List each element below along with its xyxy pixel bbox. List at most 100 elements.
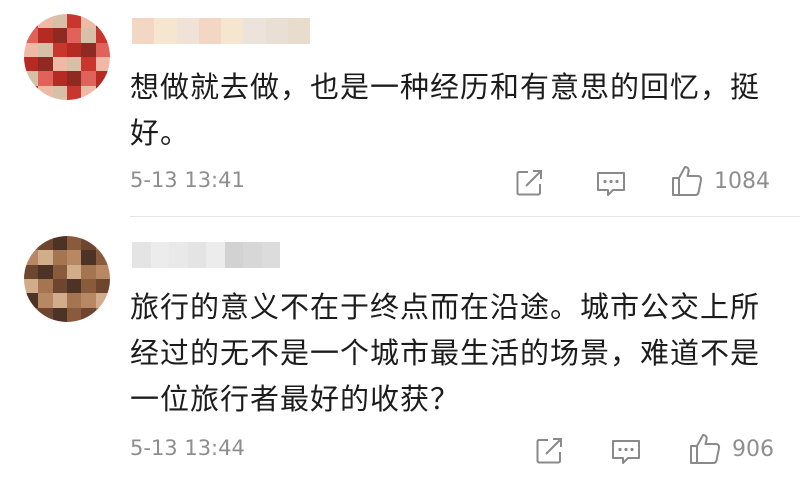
mosaic-cell bbox=[81, 264, 96, 279]
mosaic-cell bbox=[66, 42, 82, 57]
mosaic-cell bbox=[66, 307, 82, 322]
mosaic-cell bbox=[38, 250, 53, 265]
share-icon bbox=[536, 438, 562, 464]
mosaic-cell bbox=[81, 71, 96, 86]
mosaic-cell bbox=[66, 293, 82, 308]
username-blurred[interactable] bbox=[132, 242, 280, 268]
mosaic-cell bbox=[38, 14, 53, 29]
mosaic-cell bbox=[66, 278, 82, 294]
mosaic-cell bbox=[52, 14, 67, 29]
like-button[interactable]: 906 bbox=[688, 432, 774, 466]
mosaic-cell bbox=[24, 307, 39, 322]
mosaic-cell bbox=[38, 28, 53, 43]
mosaic-cell bbox=[38, 71, 53, 86]
mosaic-cell bbox=[66, 56, 82, 72]
mosaic-cell bbox=[81, 278, 96, 294]
mosaic-cell bbox=[52, 250, 67, 265]
mosaic-cell bbox=[132, 18, 155, 44]
mosaic-cell bbox=[81, 14, 96, 29]
mosaic-cell bbox=[24, 236, 39, 251]
mosaic-cell bbox=[38, 56, 53, 72]
mosaic-cell bbox=[150, 242, 169, 268]
mosaic-cell bbox=[95, 236, 110, 251]
mosaic-cell bbox=[24, 293, 39, 308]
mosaic-cell bbox=[66, 250, 82, 265]
mosaic-cell bbox=[38, 264, 53, 279]
mosaic-cell bbox=[24, 42, 39, 57]
mosaic-cell bbox=[38, 85, 53, 100]
mosaic-cell bbox=[24, 14, 39, 29]
comment-item: 想做就去做，也是一种经历和有意思的回忆，挺好。 5-13 13:41 1084 bbox=[0, 0, 800, 218]
comment-icon bbox=[597, 172, 625, 196]
mosaic-cell bbox=[154, 18, 177, 44]
mosaic-cell bbox=[38, 236, 53, 251]
mosaic-cell bbox=[81, 250, 96, 265]
mosaic-cell bbox=[95, 14, 110, 29]
mosaic-cell bbox=[38, 293, 53, 308]
mosaic-cell bbox=[95, 250, 110, 265]
reply-button[interactable] bbox=[610, 438, 642, 466]
mosaic-cell bbox=[176, 18, 199, 44]
mosaic-cell bbox=[95, 56, 110, 72]
share-button[interactable] bbox=[534, 436, 564, 466]
comment-text: 想做就去做，也是一种经历和有意思的回忆，挺好。 bbox=[130, 70, 761, 150]
mosaic-cell bbox=[66, 71, 82, 86]
comment-divider bbox=[130, 216, 800, 217]
reply-button[interactable] bbox=[595, 170, 627, 198]
mosaic-cell bbox=[52, 278, 67, 294]
mosaic-cell bbox=[224, 242, 243, 268]
mosaic-cell bbox=[169, 242, 188, 268]
share-button[interactable] bbox=[514, 168, 544, 198]
comment-actions: 906 bbox=[0, 432, 800, 468]
mosaic-cell bbox=[24, 28, 39, 43]
mosaic-cell bbox=[95, 71, 110, 86]
mosaic-cell bbox=[52, 264, 67, 279]
mosaic-cell bbox=[95, 28, 110, 43]
mosaic-cell bbox=[81, 236, 96, 251]
share-icon bbox=[516, 170, 542, 196]
mosaic-cell bbox=[95, 293, 110, 308]
mosaic-cell bbox=[24, 250, 39, 265]
mosaic-cell bbox=[24, 71, 39, 86]
avatar-pixelated bbox=[24, 14, 110, 100]
mosaic-cell bbox=[265, 18, 288, 44]
mosaic-cell bbox=[198, 18, 221, 44]
thumbs-up-icon bbox=[690, 434, 721, 464]
mosaic-cell bbox=[52, 85, 67, 100]
like-button[interactable]: 1084 bbox=[670, 164, 770, 198]
mosaic-cell bbox=[95, 42, 110, 57]
mosaic-cell bbox=[52, 236, 67, 251]
comment-icon bbox=[612, 440, 640, 464]
mosaic-cell bbox=[66, 28, 82, 43]
mosaic-cell bbox=[287, 18, 310, 44]
mosaic-cell bbox=[243, 18, 266, 44]
avatar-pixelated bbox=[24, 236, 110, 322]
mosaic-cell bbox=[81, 293, 96, 308]
avatar[interactable] bbox=[24, 14, 110, 100]
mosaic-cell bbox=[95, 264, 110, 279]
mosaic-cell bbox=[243, 242, 262, 268]
mosaic-cell bbox=[24, 278, 39, 294]
mosaic-cell bbox=[206, 242, 225, 268]
mosaic-cell bbox=[221, 18, 244, 44]
like-count: 1084 bbox=[714, 168, 770, 194]
mosaic-cell bbox=[81, 28, 96, 43]
mosaic-cell bbox=[38, 307, 53, 322]
mosaic-cell bbox=[52, 28, 67, 43]
mosaic-cell bbox=[52, 42, 67, 57]
mosaic-cell bbox=[187, 242, 206, 268]
mosaic-cell bbox=[52, 56, 67, 72]
mosaic-cell bbox=[95, 278, 110, 294]
thumbs-up-icon bbox=[672, 166, 703, 196]
mosaic-cell bbox=[66, 236, 82, 251]
avatar[interactable] bbox=[24, 236, 110, 322]
mosaic-cell bbox=[95, 85, 110, 100]
username-blurred[interactable] bbox=[132, 18, 310, 44]
mosaic-cell bbox=[81, 307, 96, 322]
mosaic-cell bbox=[52, 293, 67, 308]
mosaic-cell bbox=[38, 42, 53, 57]
mosaic-cell bbox=[95, 307, 110, 322]
comment-actions: 1084 bbox=[0, 164, 800, 200]
mosaic-cell bbox=[66, 14, 82, 29]
comment-text: 旅行的意义不在于终点而在沿途。城市公交上所经过的无不是一个城市最生活的场景，难道… bbox=[130, 290, 761, 416]
